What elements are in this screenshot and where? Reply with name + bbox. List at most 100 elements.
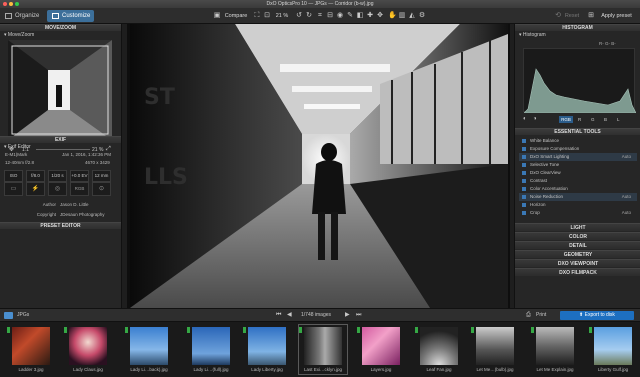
hand-icon[interactable]: ✋ [388, 12, 397, 20]
essential-tools-header[interactable]: ESSENTIAL TOOLS [515, 128, 640, 135]
section-dxo-filmpack[interactable]: DXO FILMPACK [515, 268, 640, 276]
filmstrip-thumb[interactable]: Layers.jpg [356, 324, 406, 375]
tool-toggle[interactable] [522, 163, 526, 167]
fullscreen-icon[interactable]: ⛶ [253, 12, 261, 20]
apply-preset-icon[interactable]: ⊞ [587, 12, 595, 20]
channel-r[interactable]: R [578, 116, 581, 123]
image-view-icon[interactable]: ▣ [213, 12, 221, 20]
filmstrip-thumb[interactable]: Liberty Gulf.jpg [588, 324, 638, 375]
tool-color-accentuation[interactable]: Color Accentuation [519, 185, 637, 193]
compare-split-icon[interactable]: ◧ [356, 12, 364, 20]
tool-toggle[interactable] [522, 203, 526, 207]
compare-button[interactable]: Compare [223, 11, 249, 21]
move-zoom-header[interactable]: MOVE/ZOOM [0, 24, 121, 31]
tool-toggle[interactable] [522, 155, 526, 159]
filmstrip-thumb[interactable]: Let Me Explain.jpg [530, 324, 580, 375]
section-light[interactable]: LIGHT [515, 223, 640, 231]
move-icon[interactable]: ✥ [376, 12, 384, 20]
tab-customize[interactable]: Customize [47, 10, 94, 22]
thumb-caption: Ladder 3.jpg [18, 367, 44, 372]
window-title: DxO OpticsPro 10 — JPGs — Corridor (b-w)… [266, 1, 374, 7]
main-photo[interactable]: ST LLS [130, 24, 508, 308]
highlight-clip-icon[interactable]: ◑ [533, 116, 537, 122]
section-detail[interactable]: DETAIL [515, 241, 640, 249]
reset-button[interactable]: Reset [562, 11, 582, 21]
tool-smart-lighting[interactable]: DxO Smart Lighting Auto [519, 153, 637, 161]
red-eye-icon[interactable]: ◉ [336, 12, 344, 20]
tool-toggle[interactable] [522, 187, 526, 191]
rotate-left-icon[interactable]: ↺ [295, 12, 303, 20]
tool-toggle[interactable] [522, 139, 526, 143]
reset-icon[interactable]: ⟲ [554, 12, 562, 20]
tool-horizon[interactable]: Horizon [519, 201, 637, 209]
filmstrip-thumb[interactable]: Let Me…(bulb).jpg [470, 324, 520, 375]
tool-label: Horizon [530, 202, 546, 207]
next-icon[interactable]: ▶ [345, 312, 350, 319]
histogram-subheader[interactable]: ▾ Histogram [519, 32, 546, 39]
filmstrip-thumb[interactable]: Lady Li…back).jpg [124, 324, 174, 375]
zoom-window-button[interactable] [15, 2, 19, 6]
tool-selective-tone[interactable]: Selective Tone [519, 161, 637, 169]
crop-icon[interactable]: ⌗ [316, 12, 324, 20]
histogram-header[interactable]: HISTOGRAM [515, 24, 640, 31]
tool-label: Contrast [530, 178, 548, 183]
export-to-disk-button[interactable]: ⬆ Export to disk [560, 311, 634, 320]
exif-subheader[interactable]: ▾ Exif Editor [4, 144, 31, 151]
prev-icon[interactable]: ◀ [287, 312, 292, 319]
zoom-slider[interactable] [36, 149, 90, 150]
section-color[interactable]: COLOR [515, 232, 640, 240]
tool-exposure-compensation[interactable]: Exposure Compensation [519, 145, 637, 153]
zoom-select[interactable]: 21 % [272, 11, 292, 21]
tool-toggle[interactable] [522, 171, 526, 175]
tool-contrast[interactable]: Contrast [519, 177, 637, 185]
retouch-icon[interactable]: ✚ [366, 12, 374, 20]
channel-g[interactable]: G [591, 116, 595, 123]
minimize-window-button[interactable] [9, 2, 13, 6]
section-geometry[interactable]: GEOMETRY [515, 250, 640, 258]
filmstrip-thumb[interactable]: Lady Liberty.jpg [242, 324, 292, 375]
tool-crop[interactable]: Crop Auto [519, 209, 637, 217]
pick-flag-icon [7, 327, 10, 333]
close-window-button[interactable] [3, 2, 7, 6]
horizon-icon[interactable]: ⊟ [326, 12, 334, 20]
picker-icon[interactable]: ✎ [346, 12, 354, 20]
folder-label[interactable]: JPGs [17, 312, 29, 319]
move-zoom-subheader[interactable]: ▾ Move/Zoom [4, 32, 34, 39]
filmstrip-thumb[interactable]: Ladder 3.jpg [6, 324, 56, 375]
tool-noise-reduction[interactable]: Noise Reduction Auto [519, 193, 637, 201]
filmstrip-thumb[interactable]: Lady Claus.jpg [63, 324, 113, 375]
apply-preset-button[interactable]: Apply preset [595, 11, 638, 21]
channel-l[interactable]: L [617, 116, 620, 123]
filmstrip-thumb[interactable]: Lady Li…(full).jpg [186, 324, 236, 375]
next-image-icon[interactable]: ⏭ [356, 312, 361, 319]
title-bar: DxO OpticsPro 10 — JPGs — Corridor (b-w)… [0, 0, 640, 8]
tool-toggle[interactable] [522, 195, 526, 199]
image-viewer[interactable]: ST LLS [127, 24, 510, 308]
tool-toggle[interactable] [522, 179, 526, 183]
tool-toggle[interactable] [522, 147, 526, 151]
highlight-clipping-icon[interactable]: ◭ [408, 12, 416, 20]
tool-clearview[interactable]: DxO ClearView [519, 169, 637, 177]
exif-header[interactable]: EXIF [0, 136, 121, 143]
print-icon[interactable]: ⎙ [526, 312, 531, 319]
channel-b[interactable]: B [604, 116, 607, 123]
shadow-clip-icon[interactable]: ◐ [523, 116, 527, 122]
settings-icon[interactable]: ⚙ [418, 12, 426, 20]
print-button[interactable]: Print [536, 312, 546, 319]
pick-flag-icon [243, 327, 246, 333]
tool-label: Selective Tone [530, 162, 560, 167]
tool-toggle[interactable] [522, 211, 526, 215]
fit-icon[interactable]: ⊡ [263, 12, 271, 20]
preset-editor-header[interactable]: PRESET EDITOR [0, 222, 121, 229]
tool-white-balance[interactable]: White Balance [519, 137, 637, 145]
filmstrip-thumb[interactable]: Leaf Fan.jpg [414, 324, 464, 375]
tab-organize[interactable]: Organize [0, 10, 46, 22]
histogram-toggle-icon[interactable]: ▥ [398, 12, 406, 20]
rotate-right-icon[interactable]: ↻ [305, 12, 313, 20]
previous-image-icon[interactable]: ⏮ [276, 312, 281, 319]
filmstrip-thumb[interactable]: Last Exi…cklyn.jpg [298, 324, 348, 375]
navigator-thumbnail[interactable] [8, 40, 112, 140]
channel-rgb[interactable]: RGB [559, 116, 573, 123]
section-dxo-viewpoint[interactable]: DXO VIEWPOINT [515, 259, 640, 267]
essential-tools-header-label: ESSENTIAL TOOLS [554, 129, 601, 135]
